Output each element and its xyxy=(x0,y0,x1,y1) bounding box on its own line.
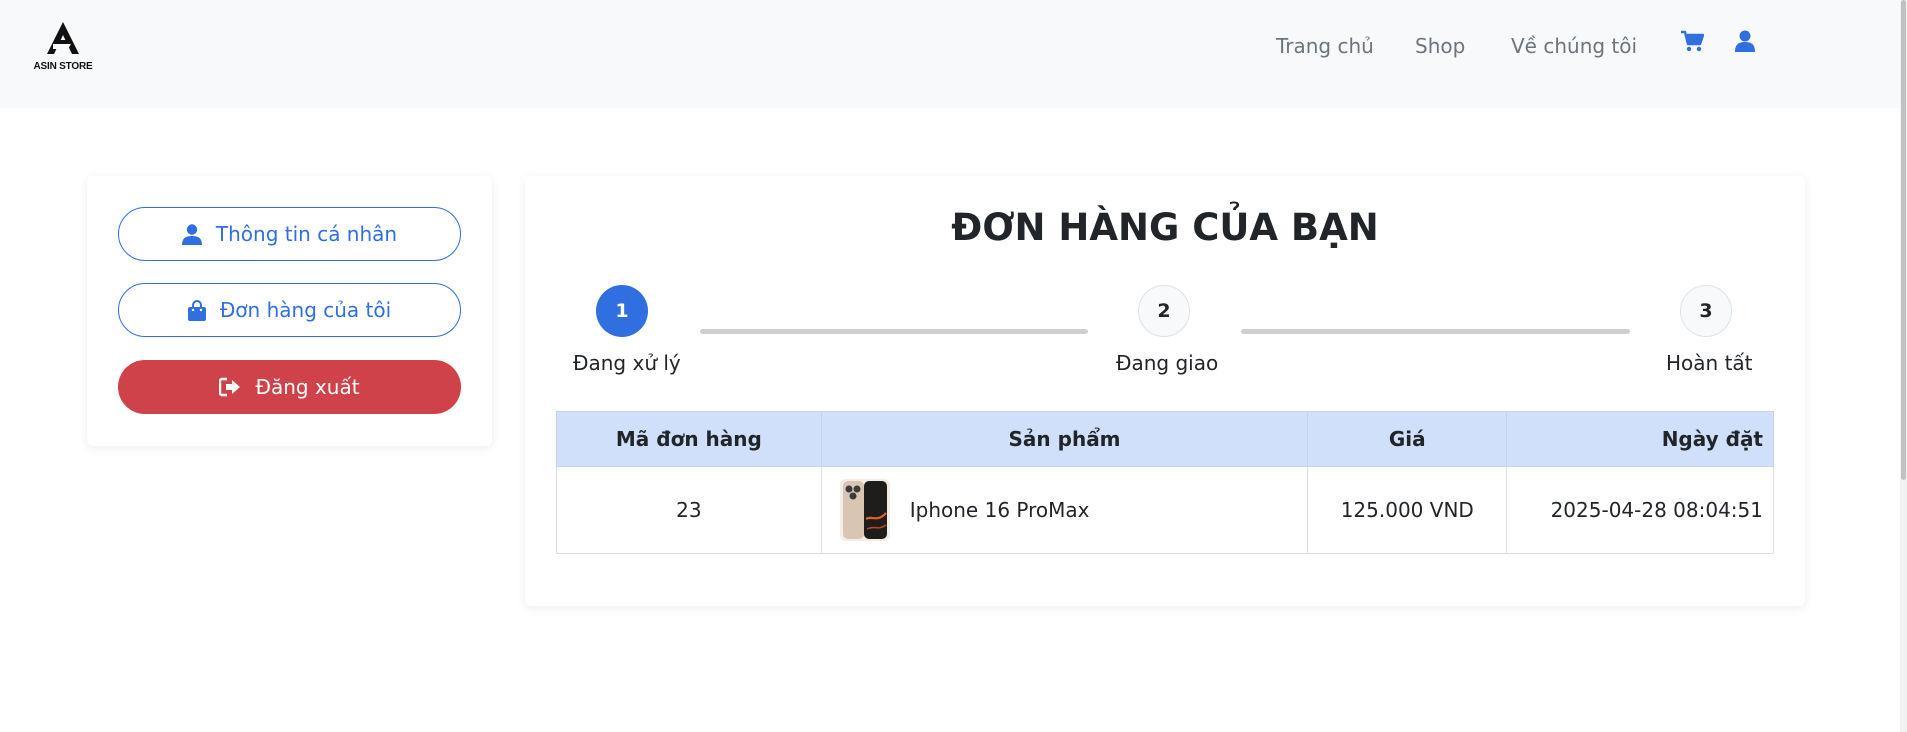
product-name: Iphone 16 ProMax xyxy=(909,498,1090,522)
step-3-label: Hoàn tất xyxy=(1666,351,1753,375)
asin-logo-icon xyxy=(47,22,79,54)
my-orders-button[interactable]: Đơn hàng của tôi xyxy=(118,283,461,337)
header-order-id: Mã đơn hàng xyxy=(556,411,822,467)
top-navbar: ASIN STORE Trang chủ Shop Về chúng tôi xyxy=(0,0,1900,108)
order-id-cell: 23 xyxy=(556,466,822,554)
scrollbar-thumb[interactable] xyxy=(1901,0,1906,480)
brand-name: ASIN STORE xyxy=(33,61,93,72)
orders-table: Mã đơn hàng Sản phẩm Giá Ngày đặt 23 Iph… xyxy=(556,411,1774,554)
step-2-label: Đang giao xyxy=(1116,351,1219,375)
brand-logo[interactable]: ASIN STORE xyxy=(31,20,95,76)
header-order-date: Ngày đặt xyxy=(1506,411,1774,467)
nav-link-shop[interactable]: Shop xyxy=(1415,34,1465,58)
table-header-row: Mã đơn hàng Sản phẩm Giá Ngày đặt xyxy=(556,411,1774,467)
my-orders-button-label: Đơn hàng của tôi xyxy=(219,298,392,322)
header-product: Sản phẩm xyxy=(820,411,1309,467)
page-title: ĐƠN HÀNG CỦA BẠN xyxy=(951,206,1379,249)
price-cell: 125.000 VND xyxy=(1307,466,1508,554)
table-row[interactable]: 23 Iphone 16 ProMax 125.000 VND 2025-04-… xyxy=(556,466,1774,554)
user-icon xyxy=(181,223,202,245)
step-connector-1 xyxy=(700,329,1088,334)
logout-button-label: Đăng xuất xyxy=(255,375,360,399)
header-price: Giá xyxy=(1307,411,1508,467)
user-icon[interactable] xyxy=(1735,30,1755,56)
step-2-circle: 2 xyxy=(1138,285,1190,337)
product-thumbnail xyxy=(839,479,890,541)
nav-link-home[interactable]: Trang chủ xyxy=(1276,34,1374,58)
step-3-circle: 3 xyxy=(1680,285,1732,337)
cart-icon[interactable] xyxy=(1680,30,1705,56)
logout-button[interactable]: Đăng xuất xyxy=(118,360,461,414)
step-connector-2 xyxy=(1241,329,1630,334)
profile-button-label: Thông tin cá nhân xyxy=(215,222,398,246)
product-cell: Iphone 16 ProMax xyxy=(820,466,1309,554)
nav-link-about[interactable]: Về chúng tôi xyxy=(1511,34,1637,58)
step-1-label: Đang xử lý xyxy=(573,351,681,375)
orders-panel: ĐƠN HÀNG CỦA BẠN 1 Đang xử lý 2 Đang gia… xyxy=(525,176,1805,606)
account-sidebar: Thông tin cá nhân Đơn hàng của tôi Đăng … xyxy=(87,176,492,446)
order-date-cell: 2025-04-28 08:04:51 xyxy=(1506,466,1774,554)
step-1-circle: 1 xyxy=(596,285,648,337)
shopping-bag-icon xyxy=(187,299,206,321)
profile-button[interactable]: Thông tin cá nhân xyxy=(118,207,461,261)
sign-out-icon xyxy=(219,377,241,397)
